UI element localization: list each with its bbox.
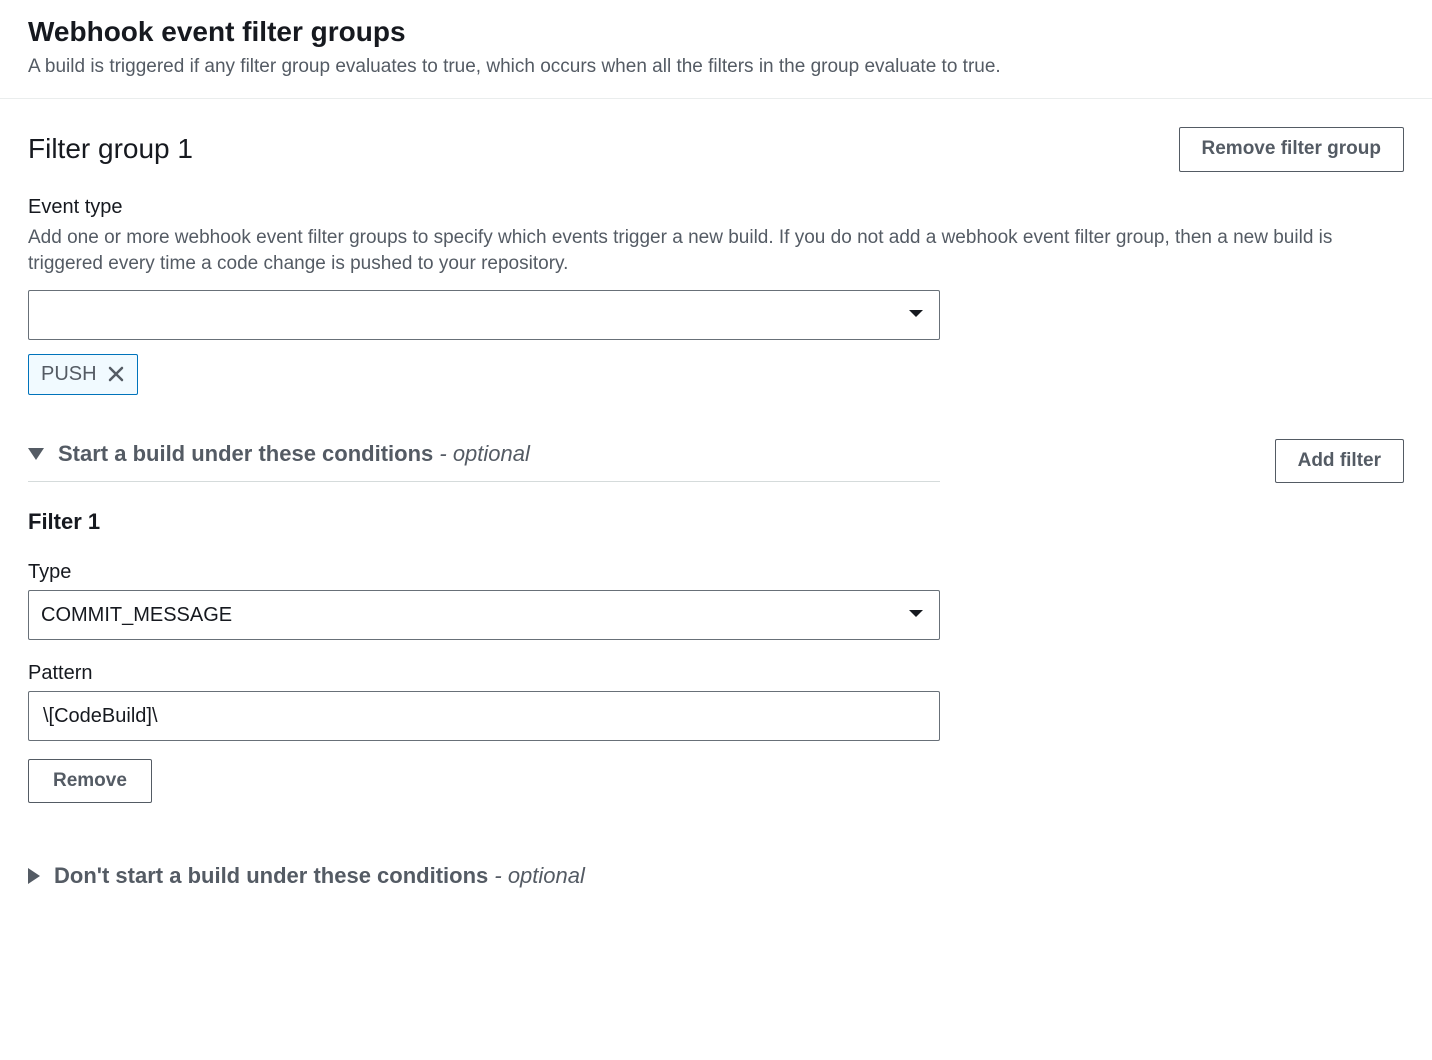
dont-start-title: Don't start a build under these conditio…: [54, 863, 585, 889]
event-type-description: Add one or more webhook event filter gro…: [28, 225, 1404, 278]
section-title: Webhook event filter groups: [28, 16, 1404, 48]
add-filter-button[interactable]: Add filter: [1275, 439, 1404, 484]
filter-type-label: Type: [28, 561, 1404, 584]
dont-start-conditions-toggle[interactable]: Don't start a build under these conditio…: [28, 863, 1404, 889]
filter-group-title: Filter group 1: [28, 133, 193, 165]
filter-1-block: Filter 1 Type COMMIT_MESSAGE Pattern Rem…: [28, 509, 1404, 803]
filter-1-title: Filter 1: [28, 509, 1404, 535]
filter-pattern-label: Pattern: [28, 662, 1404, 685]
tag-label: PUSH: [41, 363, 97, 386]
filter-pattern-input[interactable]: [28, 691, 940, 741]
remove-filter-group-button[interactable]: Remove filter group: [1179, 127, 1404, 172]
remove-filter-button[interactable]: Remove: [28, 759, 152, 803]
event-type-tag-push: PUSH: [28, 354, 138, 395]
section-description: A build is triggered if any filter group…: [28, 56, 1404, 78]
filter-type-select[interactable]: COMMIT_MESSAGE: [28, 590, 940, 640]
event-type-select[interactable]: [28, 290, 940, 340]
start-conditions-toggle[interactable]: Start a build under these conditions - o…: [28, 441, 940, 482]
event-type-label: Event type: [28, 196, 1404, 219]
caret-down-icon: [28, 448, 44, 460]
start-conditions-title: Start a build under these conditions - o…: [58, 441, 530, 467]
close-icon[interactable]: [107, 365, 125, 383]
event-type-field: Event type Add one or more webhook event…: [28, 196, 1404, 395]
caret-right-icon: [28, 868, 40, 884]
